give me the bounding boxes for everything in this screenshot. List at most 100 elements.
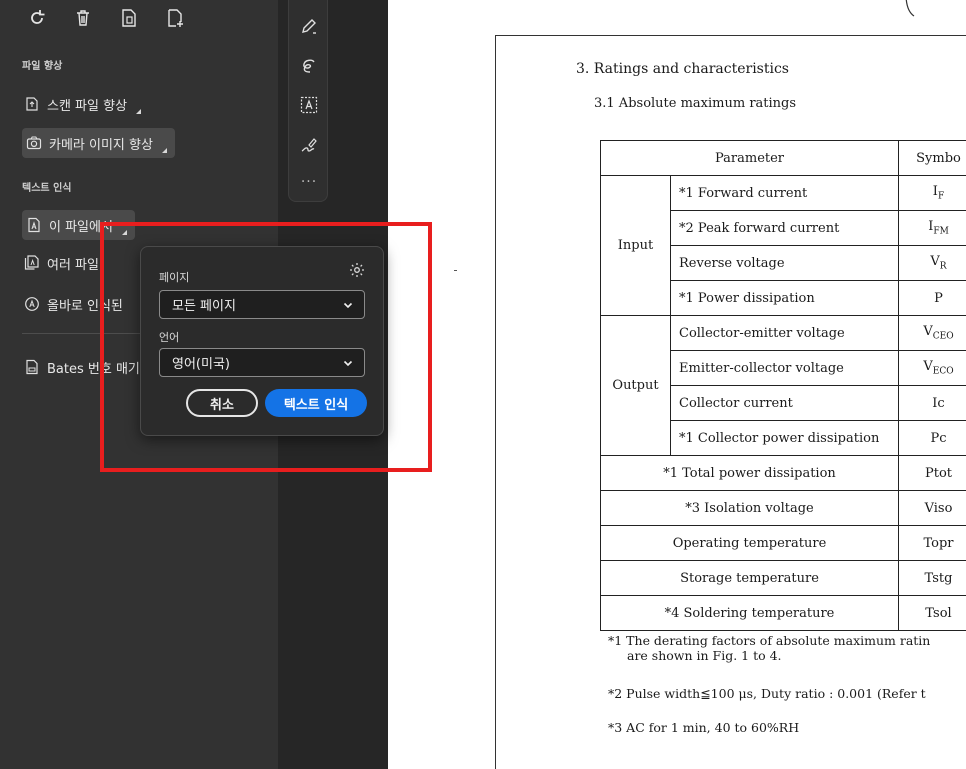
text-box-icon[interactable] [297,93,321,117]
footnote-1: *1 The derating factors of absolute maxi… [608,633,931,648]
document-page: 3. Ratings and characteristics 3.1 Absol… [495,35,966,769]
symbol-sub: ECO [932,366,954,377]
cancel-button[interactable]: 취소 [186,389,258,417]
table-row: Output Collector-emitter voltage VCEO [600,315,966,456]
symbol-sub: F [937,191,945,202]
footnote-2: *2 Pulse width≦100 μs, Duty ratio : 0.00… [608,686,926,701]
document-viewer: 3. Ratings and characteristics 3.1 Absol… [388,0,966,769]
symbol-main: V [930,254,940,270]
panel-top-toolbar [26,6,186,30]
page-mark [454,270,457,271]
pages-label: 페이지 [159,271,190,284]
param-cell: Collector-emitter voltage [670,315,899,351]
table-row: *3 Isolation voltage Viso [600,490,966,526]
multiple-files-icon [24,255,40,271]
section-label-ocr: 텍스트 인식 [22,183,72,194]
tool-correct-recognized[interactable]: 올바로 인식된 [22,289,129,319]
param-cell: *2 Peak forward current [670,210,899,246]
param-cell: *1 Forward current [670,175,899,211]
symbol-cell: Pc [898,420,966,456]
tool-correct-recognized-label: 올바로 인식된 [47,298,123,314]
table-header-row: Parameter Symbo [600,140,966,176]
page-edge-curve-icon [905,0,915,17]
table-header-symbol: Symbo [898,140,966,176]
tool-scan-enhance-label: 스캔 파일 향상 [47,98,128,114]
insert-page-icon[interactable] [164,6,186,30]
symbol-cell: VCEO [898,315,966,351]
symbol-cell: IFM [898,210,966,246]
extract-page-icon[interactable] [118,6,140,30]
tool-ocr-this-file-label: 이 파일에서 [49,219,113,235]
doc-subheading: 3.1 Absolute maximum ratings [594,96,797,111]
signature-icon[interactable] [297,133,321,157]
param-cell: *4 Soldering temperature [600,595,899,631]
symbol-cell: VECO [898,350,966,386]
language-select-value: 영어(미국) [172,357,230,372]
param-cell: Operating temperature [600,525,899,561]
ratings-table: Parameter Symbo Input *1 Forward current… [600,140,966,631]
symbol-sub: CEO [932,331,954,342]
gear-icon[interactable] [348,261,366,279]
tool-scan-enhance[interactable]: 스캔 파일 향상 [22,89,147,119]
symbol-cell: Ptot [898,455,966,491]
tool-ocr-multiple-files[interactable]: 여러 파일 [22,248,105,278]
tool-bates-numbering[interactable]: Bates 번호 매기 [22,352,146,382]
table-row: *4 Soldering temperature Tsol [600,595,966,631]
camera-icon [26,135,42,151]
rotate-icon[interactable] [26,6,48,30]
more-options-corner-icon [136,109,142,114]
more-options-corner-icon [161,148,167,153]
footnote-3: *3 AC for 1 min, 40 to 60%RH [608,720,800,735]
pages-select-value: 모든 페이지 [172,299,236,314]
pages-select[interactable]: 모든 페이지 [159,290,365,319]
table-row: Storage temperature Tstg [600,560,966,596]
symbol-cell: Tstg [898,560,966,596]
chevron-down-icon [342,357,354,369]
symbol-cell: Tsol [898,595,966,631]
more-options-corner-icon [121,230,127,235]
symbol-cell: Ic [898,385,966,421]
doc-heading: 3. Ratings and characteristics [576,61,789,77]
ocr-file-icon [26,217,42,233]
param-cell: *1 Power dissipation [670,280,899,316]
param-cell: *1 Collector power dissipation [670,420,899,456]
symbol-cell: Topr [898,525,966,561]
scan-enhance-icon [24,96,40,112]
symbol-cell: P [898,280,966,316]
tool-camera-enhance[interactable]: 카메라 이미지 향상 [22,128,175,158]
param-cell: Collector current [670,385,899,421]
group-output: Output [600,315,671,456]
draw-freeform-icon[interactable] [297,54,321,78]
table-row: Input *1 Forward current IF [600,175,966,316]
recognize-text-button[interactable]: 텍스트 인식 [265,389,367,417]
table-row: Operating temperature Topr [600,525,966,561]
symbol-sub: R [939,261,947,272]
ocr-settings-popup: 페이지 모든 페이지 언어 영어(미국) 취소 텍스트 인식 [140,246,384,436]
pencil-icon[interactable] [297,14,321,38]
tool-camera-enhance-label: 카메라 이미지 향상 [49,137,153,153]
symbol-main: V [923,359,933,375]
section-label-enhance: 파일 향상 [22,61,63,72]
param-cell: Storage temperature [600,560,899,596]
param-cell: *3 Isolation voltage [600,490,899,526]
symbol-sub: FM [933,226,949,237]
bates-file-icon [24,359,40,375]
trash-icon[interactable] [72,6,94,30]
symbol-cell: IF [898,175,966,211]
recognize-circle-icon [24,296,40,312]
language-select[interactable]: 영어(미국) [159,348,365,377]
param-cell: Emitter-collector voltage [670,350,899,386]
tool-bates-numbering-label: Bates 번호 매기 [47,361,140,377]
group-input: Input [600,175,671,316]
symbol-main: V [923,324,933,340]
tool-ocr-this-file[interactable]: 이 파일에서 [22,210,135,240]
symbol-cell: VR [898,245,966,281]
symbol-cell: Viso [898,490,966,526]
annotation-toolbar: ··· [288,0,328,202]
chevron-down-icon [342,299,354,311]
language-label: 언어 [159,331,180,344]
tool-ocr-multiple-files-label: 여러 파일 [47,257,99,273]
param-cell: Reverse voltage [670,245,899,281]
more-tools-icon[interactable]: ··· [297,170,321,194]
footnote-1-continued: are shown in Fig. 1 to 4. [627,648,782,663]
